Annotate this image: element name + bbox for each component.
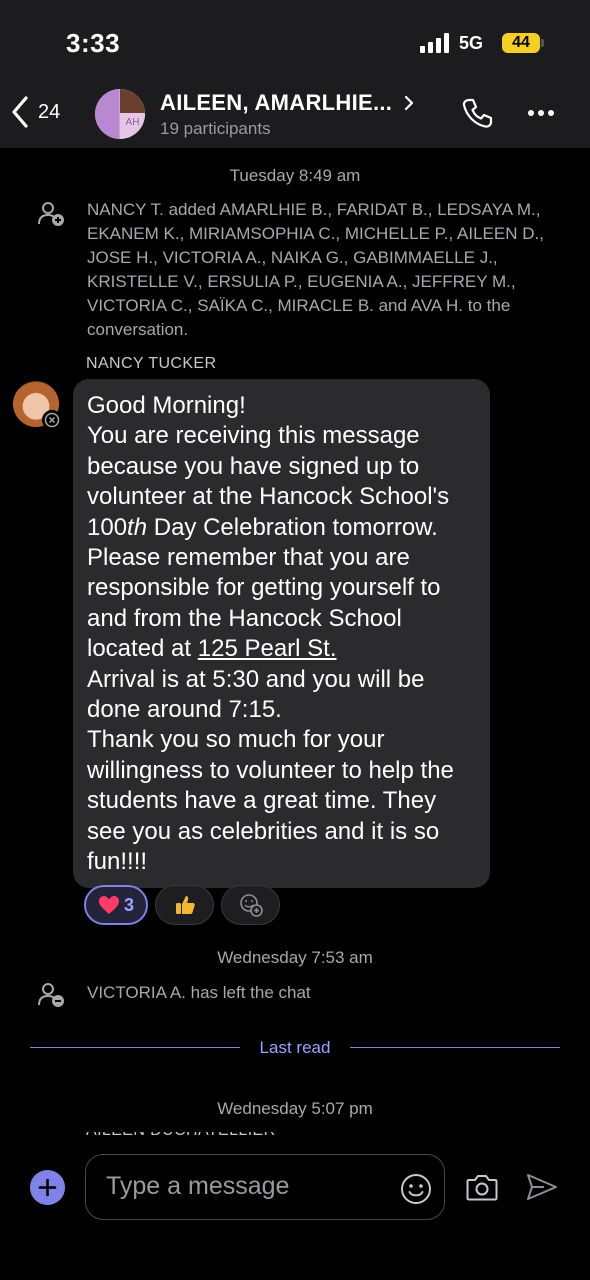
message-placeholder: Type a message (106, 1172, 290, 1200)
heart-reaction-count: 3 (123, 894, 134, 915)
thumbs-up-icon (175, 896, 195, 914)
date-separator: Wednesday 7:53 am (217, 948, 373, 967)
chevron-right-icon[interactable] (400, 94, 418, 112)
emoji-icon[interactable] (400, 1173, 432, 1205)
participants-count: 19 participants (160, 119, 271, 138)
back-button[interactable]: 24 (10, 92, 80, 132)
message-composer: Type a message (0, 1140, 590, 1280)
chat-header: 24 AH AILEEN, AMARLHIE... 19 participant… (0, 78, 590, 148)
add-person-icon (38, 202, 64, 226)
unread-count: 24 (38, 100, 61, 123)
heart-icon (98, 896, 119, 914)
thumbs-up-reaction[interactable] (155, 885, 214, 925)
date-separator: Tuesday 8:49 am (229, 166, 361, 185)
message-line-5: Thank you so much for your willingness t… (87, 726, 454, 876)
status-blocked-icon (42, 410, 62, 430)
avatar-photo (120, 89, 145, 113)
avatar-initials: AH (125, 117, 140, 128)
chevron-left-icon (12, 96, 28, 128)
message-text: Good Morning! You are receiving this mes… (87, 391, 476, 878)
last-read-label: Last read (259, 1038, 331, 1057)
partial-sender-text: AILEEN DUCHATELLIER (86, 1132, 276, 1140)
add-reaction-icon (239, 894, 263, 917)
send-icon[interactable] (526, 1172, 558, 1202)
add-reaction-button[interactable] (221, 885, 280, 925)
network-label: 5G (459, 33, 484, 53)
remove-person-icon (38, 983, 64, 1007)
battery-tip (541, 39, 544, 47)
status-bar: 3:33 5G 44 (0, 0, 590, 78)
message-bubble[interactable]: Good Morning! You are receiving this mes… (73, 379, 490, 888)
message-line-1: Good Morning! (87, 392, 246, 419)
system-message-left: VICTORIA A. has left the chat (87, 983, 311, 1002)
date-separator: Wednesday 5:07 pm (217, 1099, 373, 1118)
heart-reaction[interactable]: 3 (84, 885, 148, 925)
message-number: 100 (87, 513, 128, 541)
add-icon[interactable] (30, 1170, 65, 1205)
partial-sender-name: AILEEN DUCHATELLIER (86, 1132, 276, 1140)
camera-icon[interactable] (466, 1172, 498, 1202)
signal-icon (420, 33, 449, 53)
system-message-added: NANCY T. added AMARLHIE B., FARIDAT B., … (87, 200, 544, 339)
address-link[interactable]: 125 Pearl St. (198, 635, 337, 662)
message-ordinal: th (127, 513, 148, 541)
phone-icon[interactable] (460, 96, 494, 130)
avatar-left-half (95, 89, 119, 139)
message-line-2: You are receiving this message because y… (87, 422, 450, 511)
battery-indicator: 44 (502, 33, 540, 53)
sender-name: NANCY TUCKER (86, 355, 217, 372)
group-avatar[interactable]: AH (95, 89, 145, 139)
status-time: 3:33 (66, 28, 121, 58)
chat-title[interactable]: AILEEN, AMARLHIE... (160, 90, 392, 116)
last-read-divider: Last read (0, 1036, 590, 1060)
message-line-4: Arrival is at 5:30 and you will be done … (87, 665, 425, 724)
more-icon[interactable] (524, 102, 558, 124)
message-input[interactable]: Type a message (85, 1154, 445, 1220)
